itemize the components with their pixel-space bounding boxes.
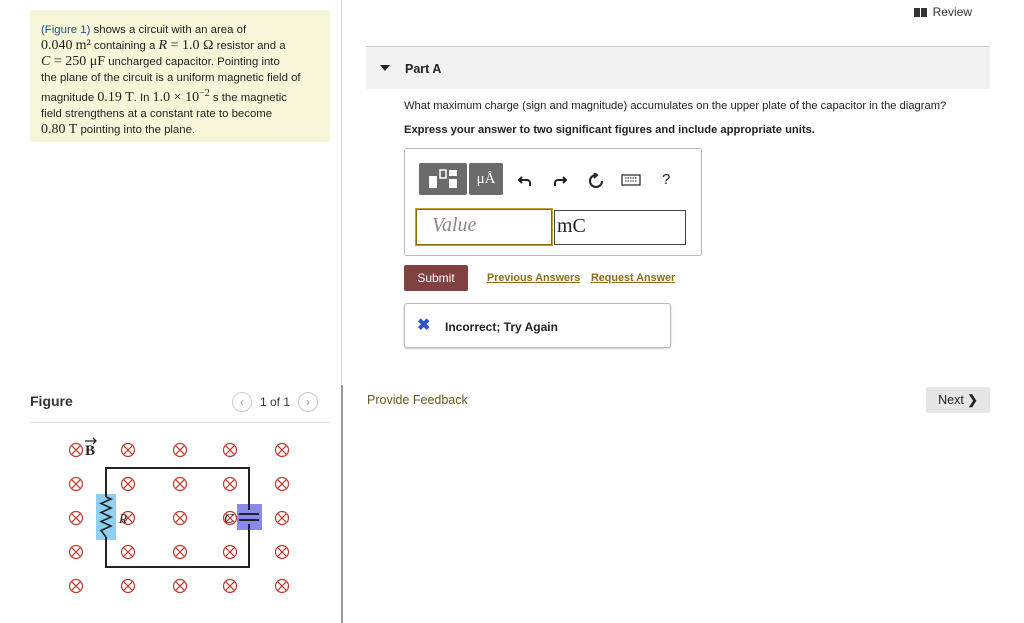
time-exponent: −2 xyxy=(199,88,210,100)
field-into-page-icon xyxy=(123,581,133,591)
part-a-header[interactable]: Part A xyxy=(366,47,990,89)
field-into-page-icon xyxy=(123,479,133,489)
problem-text: shows a circuit with an area of xyxy=(90,24,247,36)
circuit-figure: B R C xyxy=(68,437,290,594)
field-into-page-icon xyxy=(225,581,235,591)
final-field-value: 0.80 T xyxy=(41,122,78,138)
redo-icon[interactable] xyxy=(553,173,568,189)
book-icon xyxy=(913,7,927,17)
capacitor-gap xyxy=(245,510,253,524)
request-answer-link[interactable]: Request Answer xyxy=(591,272,675,284)
chevron-right-icon: ❯ xyxy=(967,393,978,407)
resistor-symbol: R xyxy=(158,38,168,54)
resistor-label: R xyxy=(118,511,127,526)
field-into-page-icon xyxy=(123,445,133,455)
problem-text: containing a xyxy=(90,40,159,53)
undo-icon[interactable] xyxy=(517,173,532,189)
problem-statement: (Figure 1) shows a circuit with an area … xyxy=(30,10,330,142)
feedback-message: ✖ Incorrect; Try Again xyxy=(404,303,671,348)
field-into-page-icon xyxy=(71,581,81,591)
field-into-page-icon xyxy=(277,581,287,591)
next-label: Next xyxy=(938,393,964,407)
capacitor-symbol: C xyxy=(41,54,51,70)
unit-input[interactable]: mC xyxy=(554,210,686,245)
field-into-page-icon xyxy=(71,479,81,489)
problem-text: uncharged capacitor. Pointing into xyxy=(105,56,280,69)
review-label: Review xyxy=(932,5,972,19)
field-into-page-icon xyxy=(71,547,81,557)
templates-button[interactable] xyxy=(419,163,467,195)
field-into-page-icon xyxy=(277,547,287,557)
part-label: Part A xyxy=(405,62,442,76)
capacitance-value: = 250 μF xyxy=(50,54,106,70)
question-text: What maximum charge (sign and magnitude)… xyxy=(404,100,947,112)
area-value: 0.040 xyxy=(41,38,73,54)
time-value: 1.0 × 10 xyxy=(152,90,200,106)
instruction-text: Express your answer to two significant f… xyxy=(404,124,815,136)
field-into-page-icon xyxy=(123,547,133,557)
problem-text: pointing into the plane. xyxy=(77,124,196,137)
reset-icon[interactable] xyxy=(588,172,604,191)
resistance-value: = 1.0 Ω xyxy=(167,38,214,54)
panel-divider-dark xyxy=(341,385,343,623)
field-into-page-icon xyxy=(277,513,287,523)
field-into-page-icon xyxy=(277,445,287,455)
field-into-page-icon xyxy=(175,479,185,489)
pager-text: 1 of 1 xyxy=(260,395,291,409)
field-into-page-icon xyxy=(71,445,81,455)
keyboard-icon[interactable] xyxy=(621,173,641,189)
capacitor-label: C xyxy=(224,512,234,527)
provide-feedback-link[interactable]: Provide Feedback xyxy=(367,393,468,407)
problem-text: magnitude xyxy=(41,92,98,105)
value-input[interactable]: Value xyxy=(416,209,552,245)
problem-text: s the magnetic xyxy=(209,92,287,105)
problem-text: . In xyxy=(133,92,153,105)
review-link[interactable]: Review xyxy=(913,5,972,19)
problem-text: the plane of the circuit is a uniform ma… xyxy=(41,72,301,85)
help-button[interactable]: ? xyxy=(662,172,670,187)
answer-box: μÅ ? Value mC xyxy=(404,148,702,256)
field-label: B xyxy=(85,443,95,459)
initial-field-value: 0.19 T xyxy=(97,90,134,106)
figure-pager: ‹ 1 of 1 › xyxy=(232,392,319,412)
field-into-page-icon xyxy=(175,547,185,557)
field-into-page-icon xyxy=(277,479,287,489)
problem-text: field strengthens at a constant rate to … xyxy=(41,108,273,121)
next-button[interactable]: Next ❯ xyxy=(926,387,990,413)
feedback-status: Incorrect; Try Again xyxy=(445,320,558,334)
field-into-page-icon xyxy=(175,445,185,455)
chevron-left-icon[interactable]: ‹ xyxy=(232,392,252,412)
field-into-page-icon xyxy=(71,513,81,523)
area-unit: m² xyxy=(75,38,91,54)
chevron-right-icon[interactable]: › xyxy=(298,392,319,412)
units-button[interactable]: μÅ xyxy=(469,163,503,195)
figure-link[interactable]: (Figure 1) xyxy=(41,24,90,36)
problem-text: resistor and a xyxy=(213,40,286,53)
field-into-page-icon xyxy=(175,581,185,591)
caret-down-icon xyxy=(380,65,390,71)
figure-divider xyxy=(30,422,330,423)
field-into-page-icon xyxy=(175,513,185,523)
x-icon: ✖ xyxy=(417,317,431,334)
field-into-page-icon xyxy=(225,445,235,455)
figure-title: Figure xyxy=(30,393,73,409)
field-into-page-icon xyxy=(225,547,235,557)
previous-answers-link[interactable]: Previous Answers xyxy=(487,272,580,284)
submit-button[interactable]: Submit xyxy=(404,265,468,291)
templates-icon xyxy=(429,169,457,188)
field-into-page-icon xyxy=(225,479,235,489)
